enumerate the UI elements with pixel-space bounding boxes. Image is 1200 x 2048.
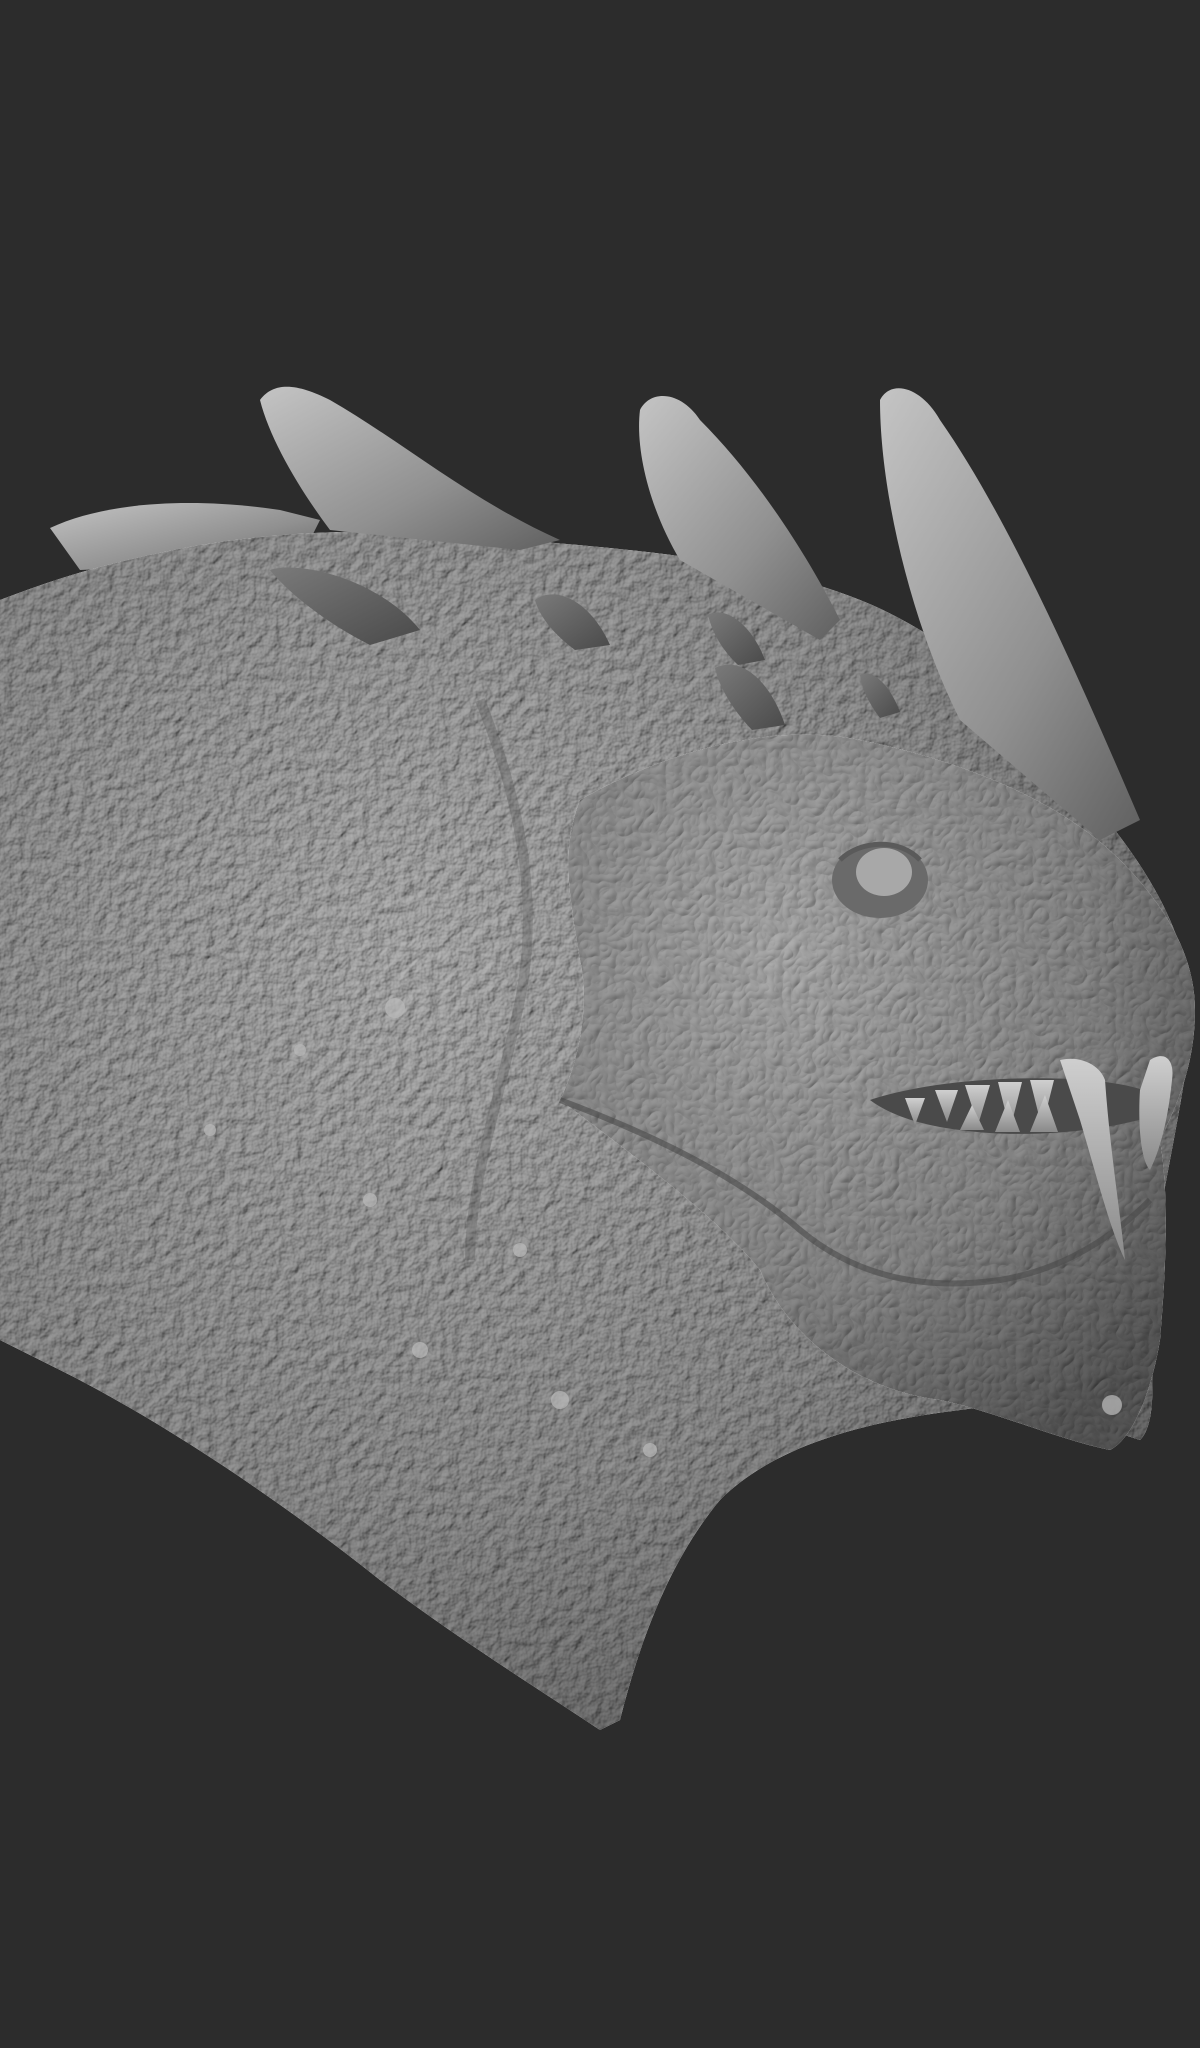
creature-sculpt-render xyxy=(0,386,1195,1730)
viewport-canvas xyxy=(0,0,1200,2048)
eye xyxy=(856,848,912,896)
